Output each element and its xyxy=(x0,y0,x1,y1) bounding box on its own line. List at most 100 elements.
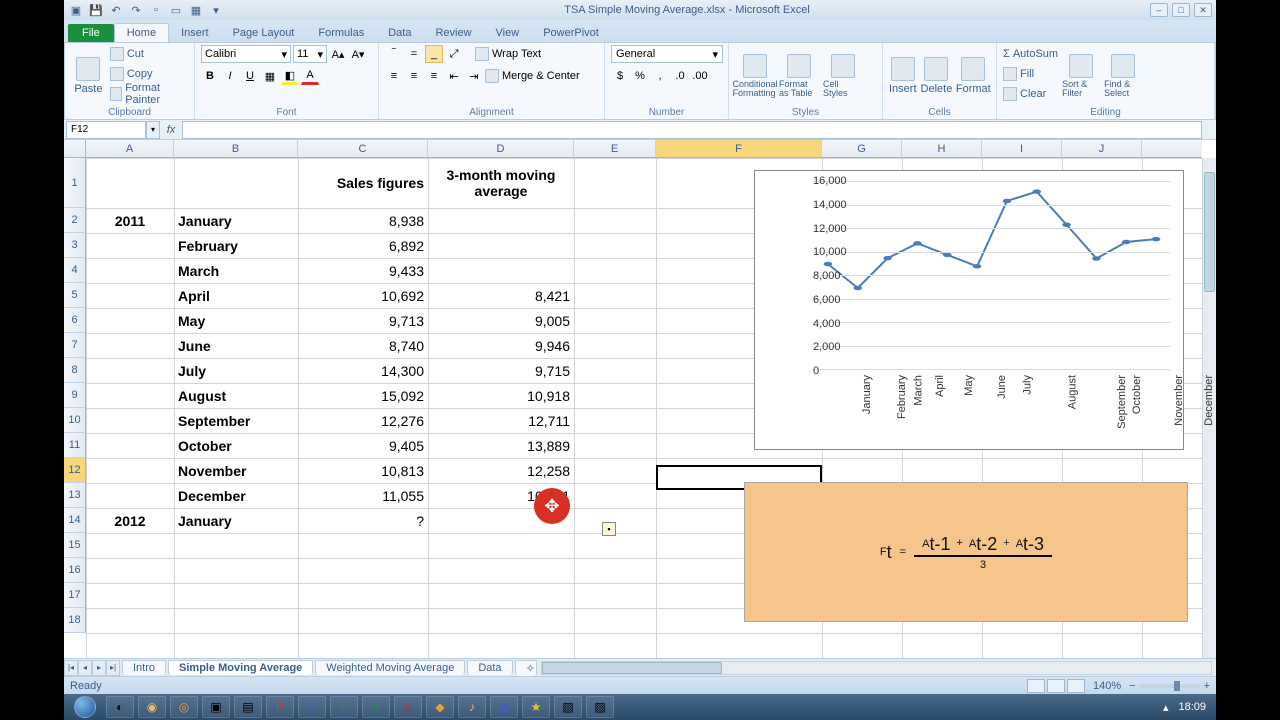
cell-B5[interactable]: April xyxy=(174,283,298,308)
align-bottom-button[interactable]: _ xyxy=(425,45,443,63)
increase-decimal-button[interactable]: .0 xyxy=(671,67,689,85)
font-size-select[interactable]: 11▾ xyxy=(293,45,327,63)
copy-button[interactable]: Copy xyxy=(110,65,188,83)
taskbar-chrome[interactable]: ◉ xyxy=(138,696,166,718)
row-header-5[interactable]: 5 xyxy=(64,283,85,308)
sort-filter-button[interactable]: Sort & Filter xyxy=(1062,45,1100,107)
cell-B12[interactable]: November xyxy=(174,458,298,483)
underline-button[interactable]: U xyxy=(241,67,259,85)
find-select-button[interactable]: Find & Select xyxy=(1104,45,1142,107)
row-header-8[interactable]: 8 xyxy=(64,358,85,383)
currency-button[interactable]: $ xyxy=(611,67,629,85)
cell-D12[interactable]: 12,258 xyxy=(428,458,574,483)
col-header-B[interactable]: B xyxy=(174,140,298,157)
tab-data[interactable]: Data xyxy=(376,24,423,42)
close-button[interactable]: ✕ xyxy=(1194,3,1212,17)
font-color-button[interactable]: A xyxy=(301,67,319,85)
cell-styles-button[interactable]: Cell Styles xyxy=(823,45,863,107)
taskbar-app-15[interactable]: ▧ xyxy=(554,696,582,718)
merge-center-button[interactable]: Merge & Center xyxy=(485,67,580,85)
taskbar-app-1[interactable]: ◐ xyxy=(106,696,134,718)
cell-D5[interactable]: 8,421 xyxy=(428,283,574,308)
increase-font-button[interactable]: A▴ xyxy=(329,45,347,63)
row-header-11[interactable]: 11 xyxy=(64,433,85,458)
cell-C6[interactable]: 9,713 xyxy=(298,308,428,333)
decrease-font-button[interactable]: A▾ xyxy=(349,45,367,63)
name-box-dropdown[interactable]: ▾ xyxy=(146,121,160,139)
sheet-tab-intro[interactable]: Intro xyxy=(122,660,166,675)
grid-area[interactable]: ABCDEFGHIJ 123456789101112131415161718 S… xyxy=(64,140,1216,658)
taskbar-access[interactable]: A xyxy=(394,696,422,718)
align-top-button[interactable]: ‾ xyxy=(385,45,403,63)
tab-review[interactable]: Review xyxy=(423,24,483,42)
zoom-out-button[interactable]: − xyxy=(1129,680,1135,692)
sheet-nav-next[interactable]: ▸ xyxy=(92,660,106,676)
cell-B8[interactable]: July xyxy=(174,358,298,383)
tab-insert[interactable]: Insert xyxy=(169,24,221,42)
sheet-tab-data[interactable]: Data xyxy=(467,660,512,675)
cell-C2[interactable]: 8,938 xyxy=(298,208,428,233)
fill-button[interactable]: Fill xyxy=(1003,65,1058,83)
cell-D11[interactable]: 13,889 xyxy=(428,433,574,458)
new-icon[interactable]: ▫ xyxy=(148,2,164,18)
border-button[interactable]: ▦ xyxy=(261,67,279,85)
comma-button[interactable]: , xyxy=(651,67,669,85)
col-header-G[interactable]: G xyxy=(822,140,902,157)
cell-C7[interactable]: 8,740 xyxy=(298,333,428,358)
autofill-options-icon[interactable]: ▪ xyxy=(602,522,616,536)
row-header-15[interactable]: 15 xyxy=(64,533,85,558)
row-header-6[interactable]: 6 xyxy=(64,308,85,333)
tab-home[interactable]: Home xyxy=(114,23,169,42)
vscroll-thumb[interactable] xyxy=(1204,172,1215,292)
cell-C9[interactable]: 15,092 xyxy=(298,383,428,408)
cell-B6[interactable]: May xyxy=(174,308,298,333)
cell-C8[interactable]: 14,300 xyxy=(298,358,428,383)
zoom-in-button[interactable]: + xyxy=(1204,680,1210,692)
cell-C11[interactable]: 9,405 xyxy=(298,433,428,458)
taskbar-app-11[interactable]: ◆ xyxy=(426,696,454,718)
cell-D8[interactable]: 9,715 xyxy=(428,358,574,383)
cell-B13[interactable]: December xyxy=(174,483,298,508)
redo-icon[interactable]: ↷ xyxy=(128,2,144,18)
name-box[interactable]: F12 xyxy=(66,121,146,139)
print-preview-icon[interactable]: ▦ xyxy=(188,2,204,18)
col-header-H[interactable]: H xyxy=(902,140,982,157)
col-header-A[interactable]: A xyxy=(86,140,174,157)
taskbar-powerpoint[interactable]: P xyxy=(266,696,294,718)
insert-cells-button[interactable]: Insert xyxy=(889,45,917,107)
fill-color-button[interactable]: ◧ xyxy=(281,67,299,85)
percent-button[interactable]: % xyxy=(631,67,649,85)
row-header-10[interactable]: 10 xyxy=(64,408,85,433)
taskbar-app-5[interactable]: ▤ xyxy=(234,696,262,718)
cell-C10[interactable]: 12,276 xyxy=(298,408,428,433)
sheet-tab-simple-moving-average[interactable]: Simple Moving Average xyxy=(168,660,313,675)
paste-button[interactable]: Paste xyxy=(71,45,106,107)
cell-B3[interactable]: February xyxy=(174,233,298,258)
cell-D6[interactable]: 9,005 xyxy=(428,308,574,333)
row-header-12[interactable]: 12 xyxy=(64,458,85,483)
col-header-J[interactable]: J xyxy=(1062,140,1142,157)
cell-B10[interactable]: September xyxy=(174,408,298,433)
cell-B9[interactable]: August xyxy=(174,383,298,408)
sheet-nav-prev[interactable]: ◂ xyxy=(78,660,92,676)
qat-dropdown-icon[interactable]: ▾ xyxy=(208,2,224,18)
fx-button[interactable]: fx xyxy=(162,121,180,139)
taskbar-clock[interactable]: 18:09 xyxy=(1172,701,1212,713)
taskbar-app-13[interactable]: ▦ xyxy=(490,696,518,718)
font-name-select[interactable]: Calibri▾ xyxy=(201,45,291,63)
hscroll-thumb[interactable] xyxy=(542,662,722,674)
cell-D7[interactable]: 9,946 xyxy=(428,333,574,358)
format-as-table-button[interactable]: Format as Table xyxy=(779,45,819,107)
tab-formulas[interactable]: Formulas xyxy=(306,24,376,42)
minimize-button[interactable]: – xyxy=(1150,3,1168,17)
taskbar-visio[interactable]: V xyxy=(298,696,326,718)
cell-A2[interactable]: 2011 xyxy=(86,208,174,233)
col-header-E[interactable]: E xyxy=(574,140,656,157)
embedded-chart[interactable]: 02,0004,0006,0008,00010,00012,00014,0001… xyxy=(754,170,1184,450)
cell-C14[interactable]: ? xyxy=(298,508,428,533)
autosum-button[interactable]: ΣAutoSum xyxy=(1003,45,1058,63)
conditional-formatting-button[interactable]: Conditional Formatting xyxy=(735,45,775,107)
col-header-F[interactable]: F xyxy=(656,140,822,157)
align-left-button[interactable]: ≡ xyxy=(385,67,403,85)
cell-D1[interactable]: 3-month moving average xyxy=(428,158,574,208)
